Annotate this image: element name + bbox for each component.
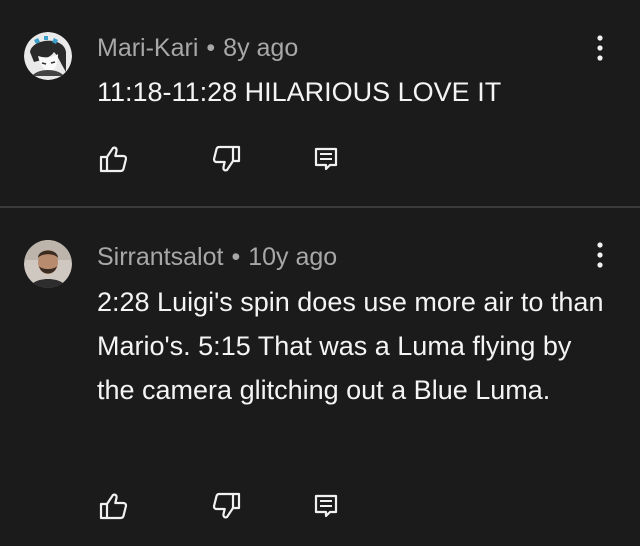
anime-avatar-image	[24, 32, 72, 80]
more-options-icon[interactable]	[594, 241, 606, 269]
reply-icon	[314, 494, 338, 518]
like-button[interactable]	[94, 486, 134, 526]
comment-text: 11:18-11:28 HILARIOUS LOVE IT	[97, 77, 502, 107]
comment-text: 2:28 Luigi's spin does use more air to t…	[97, 287, 604, 405]
dislike-button[interactable]	[206, 139, 246, 179]
avatar[interactable]	[24, 32, 72, 80]
person-avatar-image	[24, 240, 72, 288]
comment-time[interactable]: 8y ago	[223, 34, 298, 62]
more-options-icon[interactable]	[594, 34, 606, 62]
author-name[interactable]: Sirrantsalot	[97, 243, 223, 271]
meta-separator: •	[206, 34, 216, 62]
meta-separator: •	[231, 243, 241, 271]
dislike-button[interactable]	[206, 486, 246, 526]
comment-meta: Sirrantsalot • 10y ago	[97, 243, 337, 272]
comment-item: Mari-Kari • 8y ago 11:18-11:28 HILARIOUS L…	[0, 0, 640, 206]
comment-meta: Mari-Kari • 8y ago	[97, 34, 298, 63]
thumbs-down-icon	[212, 492, 241, 519]
like-button[interactable]	[94, 139, 134, 179]
comment-item: Sirrantsalot • 10y ago 2:28 Luigi's spin d…	[0, 208, 640, 546]
reply-button[interactable]	[306, 139, 346, 179]
reply-button[interactable]	[306, 486, 346, 526]
thumbs-down-icon	[212, 145, 241, 172]
thumbs-up-icon	[99, 146, 128, 173]
author-name[interactable]: Mari-Kari	[97, 34, 198, 62]
avatar[interactable]	[24, 240, 72, 288]
reply-icon	[314, 147, 338, 171]
thumbs-up-icon	[99, 493, 128, 520]
comment-time[interactable]: 10y ago	[248, 243, 337, 271]
